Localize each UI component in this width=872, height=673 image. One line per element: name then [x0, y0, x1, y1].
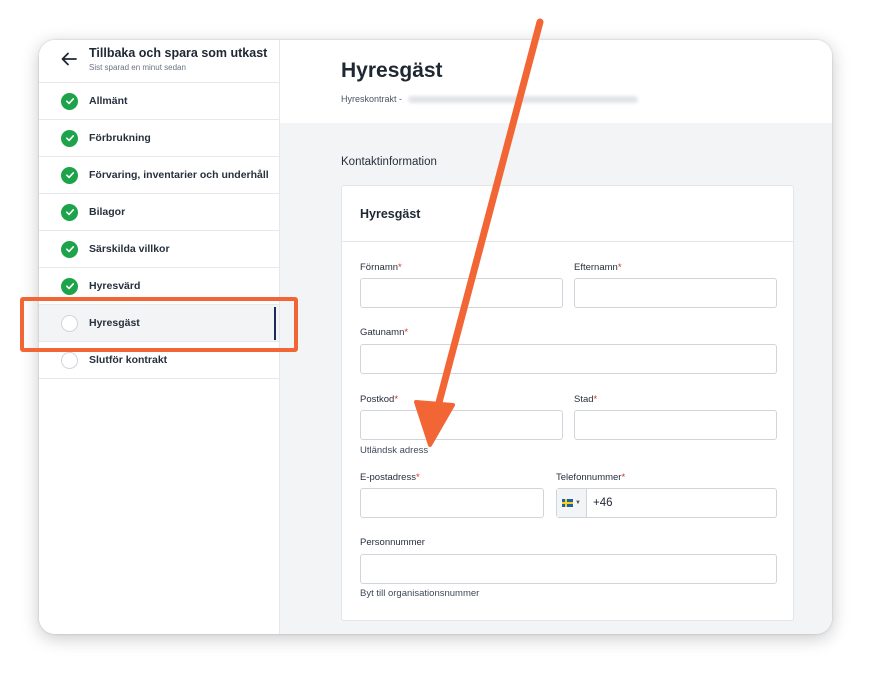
postal-code-input[interactable]	[360, 410, 563, 440]
step-label: Bilagor	[89, 206, 126, 218]
required-marker: *	[617, 262, 622, 273]
back-button[interactable]: Tillbaka och spara som utkast Sist spara…	[39, 40, 279, 83]
required-marker: *	[593, 394, 598, 405]
card-title: Hyresgäst	[360, 206, 421, 221]
postal-code-label: Postkod*	[360, 394, 399, 405]
page-subtitle: Hyreskontrakt -	[341, 94, 639, 104]
step-label: Slutför kontrakt	[89, 354, 168, 366]
phone-input-group: ▼ +46	[556, 488, 777, 518]
step-item-forvaring[interactable]: Förvaring, inventarier och underhåll	[39, 157, 279, 194]
foreign-address-link[interactable]: Utländsk adress	[360, 445, 428, 456]
step-item-allmant[interactable]: Allmänt	[39, 83, 279, 120]
empty-circle-icon	[61, 351, 78, 369]
step-item-sarskilda-villkor[interactable]: Särskilda villkor	[39, 231, 279, 268]
personal-number-label: Personnummer	[360, 537, 425, 548]
section-title: Kontaktinformation	[341, 156, 437, 168]
chevron-down-icon: ▼	[575, 500, 581, 506]
step-label: Hyresgäst	[89, 317, 140, 329]
dial-code: +46	[593, 497, 613, 509]
sidebar: Tillbaka och spara som utkast Sist spara…	[39, 40, 280, 634]
city-input[interactable]	[574, 410, 777, 440]
required-marker: *	[621, 472, 626, 483]
empty-circle-icon	[61, 314, 78, 332]
step-item-hyresgast[interactable]: Hyresgäst	[39, 305, 279, 342]
contract-prefix: Hyreskontrakt -	[341, 94, 403, 104]
main-content: Hyresgäst Hyreskontrakt - Kontaktinforma…	[280, 40, 832, 634]
check-circle-icon	[61, 240, 78, 258]
app-window: Tillbaka och spara som utkast Sist spara…	[39, 40, 832, 634]
step-item-hyresvard[interactable]: Hyresvärd	[39, 268, 279, 305]
step-item-slutfor-kontrakt[interactable]: Slutför kontrakt	[39, 342, 279, 379]
org-number-link[interactable]: Byt till organisationsnummer	[360, 588, 479, 599]
personal-number-input[interactable]	[360, 554, 777, 584]
redacted-address	[408, 96, 639, 104]
street-label: Gatunamn*	[360, 327, 409, 338]
first-name-label: Förnamn*	[360, 262, 402, 273]
page-header: Hyresgäst Hyreskontrakt -	[280, 40, 832, 123]
city-label: Stad*	[574, 394, 598, 405]
last-saved-text: Sist sparad en minut sedan	[89, 63, 186, 72]
street-input[interactable]	[360, 344, 777, 374]
email-input[interactable]	[360, 488, 544, 518]
sweden-flag-icon	[562, 499, 574, 507]
step-item-forbrukning[interactable]: Förbrukning	[39, 120, 279, 157]
step-nav: Allmänt Förbrukning Förvaring, inventari…	[39, 83, 279, 379]
check-circle-icon	[61, 203, 78, 221]
tenant-form-card: Hyresgäst Förnamn* Efternamn* Gatunamn* …	[341, 185, 794, 621]
required-marker: *	[415, 472, 420, 483]
phone-label: Telefonnummer*	[556, 472, 626, 483]
card-header: Hyresgäst	[342, 186, 793, 242]
country-code-select[interactable]: ▼	[557, 489, 587, 517]
first-name-input[interactable]	[360, 278, 563, 308]
step-label: Förbrukning	[89, 132, 151, 144]
check-circle-icon	[61, 277, 78, 295]
email-label: E-postadress*	[360, 472, 420, 483]
back-button-label: Tillbaka och spara som utkast	[89, 46, 268, 60]
last-name-input[interactable]	[574, 278, 777, 308]
required-marker: *	[404, 327, 409, 338]
required-marker: *	[394, 394, 399, 405]
phone-input[interactable]: +46	[587, 489, 613, 517]
step-label: Allmänt	[89, 95, 128, 107]
required-marker: *	[398, 262, 402, 273]
check-circle-icon	[61, 129, 78, 147]
check-circle-icon	[61, 166, 78, 184]
arrow-left-icon	[61, 52, 77, 66]
page-title: Hyresgäst	[341, 59, 443, 82]
step-label: Förvaring, inventarier och underhåll	[89, 169, 269, 181]
step-item-bilagor[interactable]: Bilagor	[39, 194, 279, 231]
step-label: Hyresvärd	[89, 280, 141, 292]
check-circle-icon	[61, 92, 78, 110]
last-name-label: Efternamn*	[574, 262, 622, 273]
step-label: Särskilda villkor	[89, 243, 170, 255]
